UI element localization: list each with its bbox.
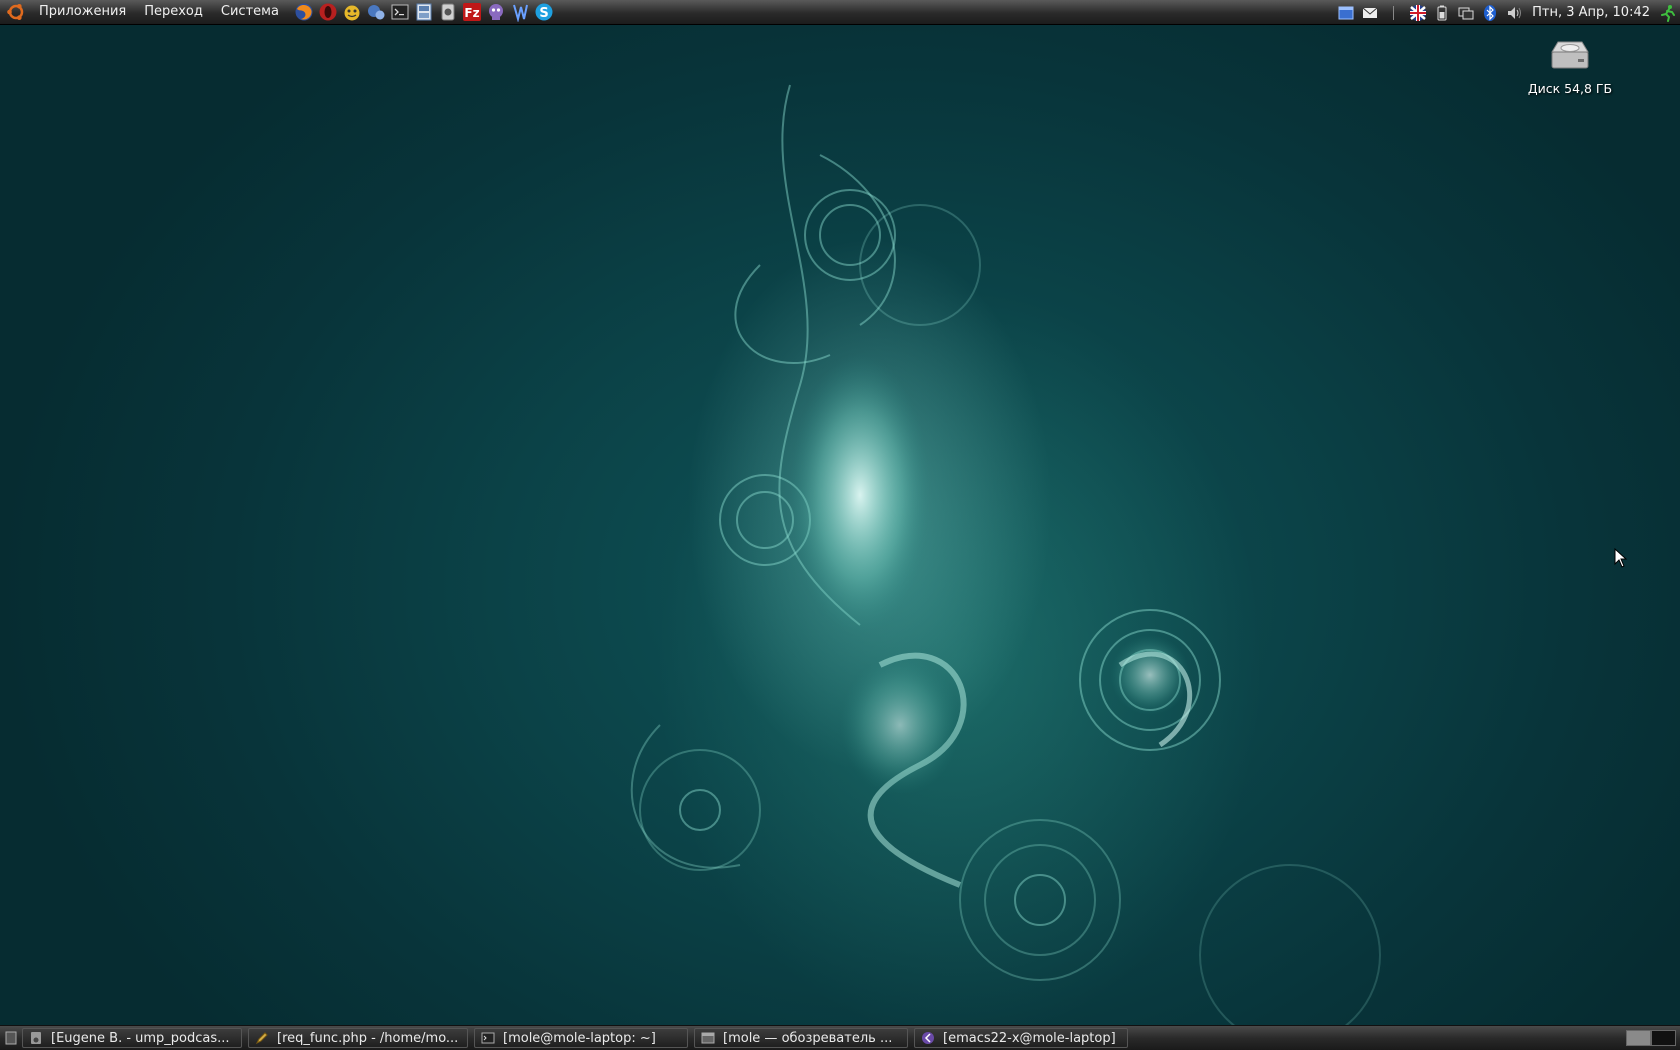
file-browser-icon (701, 1031, 715, 1045)
clock[interactable]: Птн, 3 Апр, 10:42 (1526, 5, 1656, 20)
launcher-bar: Fz S (292, 2, 556, 22)
svg-text:S: S (539, 6, 548, 21)
menu-system[interactable]: Система (212, 0, 288, 24)
svg-text:Fz: Fz (464, 6, 479, 20)
volume-icon[interactable] (1505, 4, 1523, 22)
messenger-icon[interactable] (486, 2, 506, 22)
mouse-cursor-icon (1614, 548, 1628, 568)
taskbar-item-label: [emacs22-x@mole-laptop] (943, 1030, 1116, 1046)
taskbar-item-emacs[interactable]: [emacs22-x@mole-laptop] (914, 1028, 1128, 1048)
emacs-icon (921, 1031, 935, 1045)
flag-uk-icon[interactable] (1409, 4, 1427, 22)
bottom-panel: [Eugene B. - ump_podcas... [req_func.php… (0, 1025, 1680, 1050)
ubuntu-logo-icon[interactable] (6, 2, 26, 22)
taskbar-item-label: [mole — обозреватель ... (723, 1030, 893, 1046)
taskbar-item-label: [Eugene B. - ump_podcas... (51, 1030, 230, 1046)
workspace-switcher (1626, 1030, 1676, 1046)
terminal-icon (481, 1031, 495, 1045)
opera-icon[interactable] (318, 2, 338, 22)
filezilla-icon[interactable]: Fz (462, 2, 482, 22)
workspace-1[interactable] (1626, 1030, 1651, 1046)
menu-places[interactable]: Переход (135, 0, 212, 24)
show-desktop-icon[interactable] (4, 1029, 18, 1047)
desktop-wallpaper[interactable] (0, 25, 1680, 1025)
wallpaper-swirl-art (630, 84, 1381, 1025)
pidgin-icon[interactable] (366, 2, 386, 22)
file-manager-icon[interactable] (414, 2, 434, 22)
taskbar-item-text-editor[interactable]: [req_func.php - /home/mo... (248, 1028, 468, 1048)
tweak-icon[interactable] (510, 2, 530, 22)
hard-disk-icon (1551, 41, 1589, 69)
network-icon[interactable] (1457, 4, 1475, 22)
window-list-icon[interactable] (1337, 4, 1355, 22)
text-editor-icon (255, 1031, 269, 1045)
desktop-icon-disk[interactable]: Диск 54,8 ГБ (1520, 38, 1620, 96)
workspace-2[interactable] (1651, 1030, 1676, 1046)
evolution-icon[interactable] (342, 2, 362, 22)
taskbar-item-audio-player[interactable]: [Eugene B. - ump_podcas... (22, 1028, 242, 1048)
system-tray: Птн, 3 Апр, 10:42 (1334, 0, 1680, 25)
separator-icon (1385, 4, 1403, 22)
desktop-icon-label: Диск 54,8 ГБ (1527, 81, 1613, 96)
mail-icon[interactable] (1361, 4, 1379, 22)
terminal-icon[interactable] (390, 2, 410, 22)
taskbar-item-label: [mole@mole-laptop: ~] (503, 1030, 656, 1046)
disk-utility-icon[interactable] (438, 2, 458, 22)
top-panel: Приложения Переход Система Fz S Птн, 3 А… (0, 0, 1680, 25)
battery-icon[interactable] (1433, 4, 1451, 22)
menu-applications[interactable]: Приложения (30, 0, 135, 24)
taskbar-item-terminal[interactable]: [mole@mole-laptop: ~] (474, 1028, 688, 1048)
skype-icon[interactable]: S (534, 2, 554, 22)
taskbar-item-label: [req_func.php - /home/mo... (277, 1030, 459, 1046)
audio-player-icon (29, 1031, 43, 1045)
logout-runner-icon[interactable] (1659, 4, 1677, 22)
taskbar-item-file-browser[interactable]: [mole — обозреватель ... (694, 1028, 908, 1048)
bluetooth-icon[interactable] (1481, 4, 1499, 22)
firefox-icon[interactable] (294, 2, 314, 22)
